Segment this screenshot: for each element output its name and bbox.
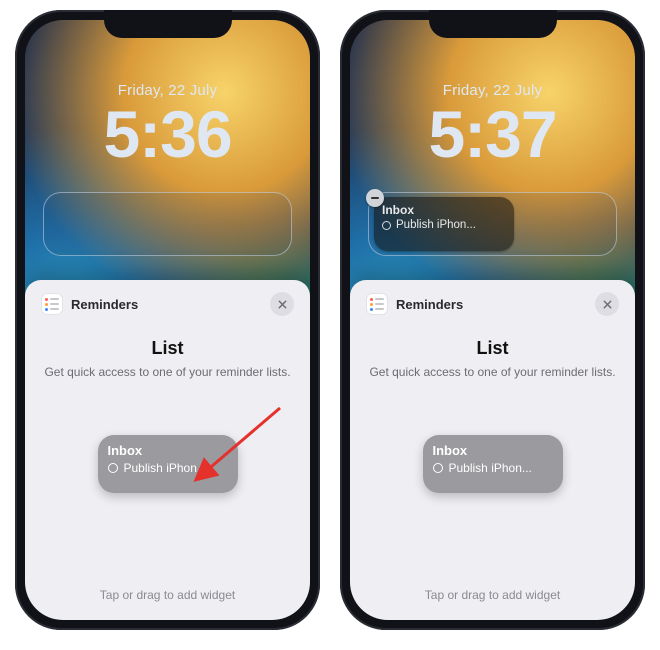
lock-screen: Friday, 22 July 5:36 Reminders List xyxy=(25,20,310,620)
lockscreen-widget-slot[interactable]: Inbox Publish iPhon... xyxy=(368,192,617,256)
widget-list-name: Inbox xyxy=(382,203,506,217)
lockscreen-time: 5:37 xyxy=(350,101,635,167)
device-notch xyxy=(429,10,557,38)
reminder-bullet-icon xyxy=(382,221,391,230)
lock-screen: Friday, 22 July 5:37 Inbox Publish iPhon… xyxy=(350,20,635,620)
reminders-app-icon xyxy=(41,293,63,315)
widget-list-name: Inbox xyxy=(108,443,228,458)
reminder-bullet-icon xyxy=(433,463,443,473)
picker-hint: Tap or drag to add widget xyxy=(425,588,560,602)
picker-title: List xyxy=(476,338,508,359)
picker-app-name: Reminders xyxy=(396,297,463,312)
reminders-app-icon xyxy=(366,293,388,315)
widget-picker-sheet: Reminders List Get quick access to one o… xyxy=(25,280,310,620)
reminder-bullet-icon xyxy=(108,463,118,473)
close-button[interactable] xyxy=(595,292,619,316)
remove-widget-button[interactable] xyxy=(366,189,384,207)
widget-item-preview: Publish iPhon... xyxy=(396,219,476,231)
iphone-device-frame: Friday, 22 July 5:37 Inbox Publish iPhon… xyxy=(340,10,645,630)
placed-reminders-widget[interactable]: Inbox Publish iPhon... xyxy=(374,197,514,251)
picker-subtitle: Get quick access to one of your reminder… xyxy=(369,365,615,379)
reminders-list-widget[interactable]: Inbox Publish iPhon... xyxy=(423,435,563,493)
lockscreen-widget-slot[interactable] xyxy=(43,192,292,256)
picker-app-name: Reminders xyxy=(71,297,138,312)
picker-title: List xyxy=(151,338,183,359)
reminders-list-widget[interactable]: Inbox Publish iPhon... xyxy=(98,435,238,493)
widget-picker-sheet: Reminders List Get quick access to one o… xyxy=(350,280,635,620)
close-button[interactable] xyxy=(270,292,294,316)
picker-hint: Tap or drag to add widget xyxy=(100,588,235,602)
widget-item-preview: Publish iPhon... xyxy=(449,461,532,475)
picker-subtitle: Get quick access to one of your reminder… xyxy=(44,365,290,379)
widget-item-preview: Publish iPhon... xyxy=(124,461,207,475)
device-notch xyxy=(104,10,232,38)
widget-list-name: Inbox xyxy=(433,443,553,458)
lockscreen-time: 5:36 xyxy=(25,101,310,167)
iphone-device-frame: Friday, 22 July 5:36 Reminders List xyxy=(15,10,320,630)
